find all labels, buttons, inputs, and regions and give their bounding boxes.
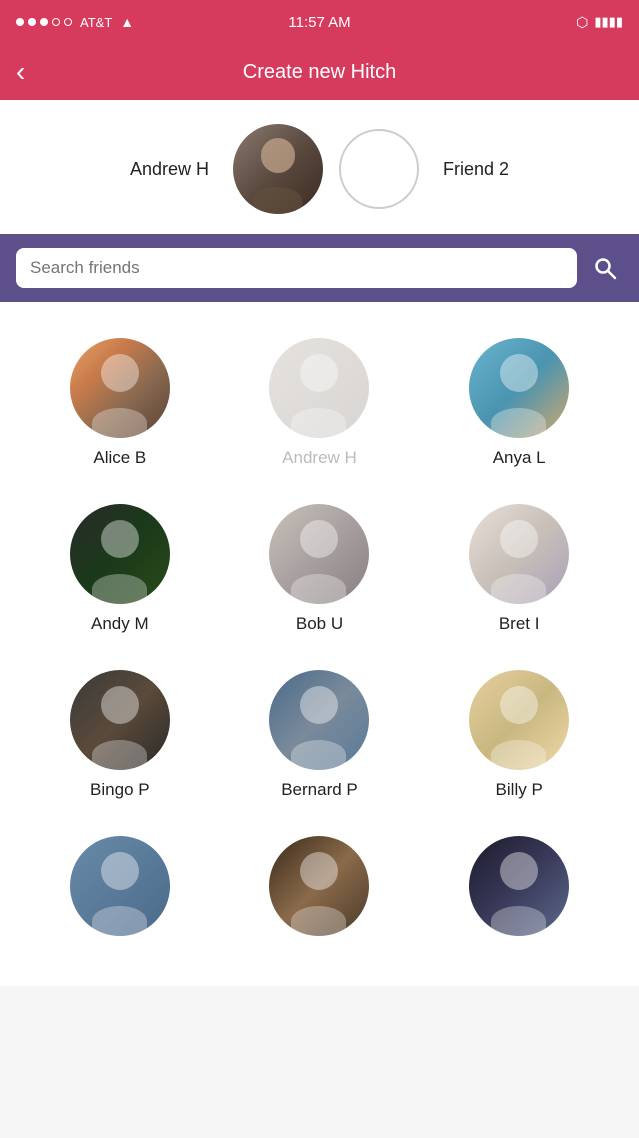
user2-label: Friend 2 (443, 159, 509, 180)
friend-item[interactable]: Bingo P (20, 654, 220, 820)
user-selection-area: Andrew H Friend 2 (0, 100, 639, 234)
bluetooth-icon: ⬡ (576, 14, 588, 31)
status-time: 11:57 AM (288, 14, 350, 31)
face-head (300, 852, 338, 890)
friend-name: Anya L (493, 448, 546, 468)
friend-name: Alice B (93, 448, 146, 468)
friend-name: Andy M (91, 614, 149, 634)
face-head (101, 686, 139, 724)
face-head (500, 686, 538, 724)
friend-name: Bernard P (281, 780, 358, 800)
friend-avatar (269, 836, 369, 936)
friend-avatar (469, 670, 569, 770)
nav-title: Create new Hitch (243, 61, 396, 84)
signal-dot-2 (28, 18, 36, 26)
face-body (253, 187, 303, 214)
face-head (101, 852, 139, 890)
friend-avatar (469, 836, 569, 936)
friend-avatar (70, 338, 170, 438)
search-section (0, 234, 639, 302)
face-body (491, 906, 546, 936)
face-body (92, 740, 147, 770)
user1-avatar[interactable] (233, 124, 323, 214)
nav-bar: ‹ Create new Hitch (0, 44, 639, 100)
signal-dot-3 (40, 18, 48, 26)
face-body (92, 408, 147, 438)
user2-avatar-slot[interactable] (339, 129, 419, 209)
friend-item[interactable]: Andy M (20, 488, 220, 654)
signal-dot-5 (64, 18, 72, 26)
friend-name: Bret I (499, 614, 540, 634)
status-right: ⬡ ▮▮▮▮ (576, 14, 623, 31)
face-head (101, 354, 139, 392)
face-head (500, 520, 538, 558)
face-body (491, 740, 546, 770)
search-icon (593, 256, 617, 280)
face-head (300, 354, 338, 392)
signal-dot-1 (16, 18, 24, 26)
friend-avatar (269, 338, 369, 438)
face-body (291, 408, 346, 438)
search-input[interactable] (30, 258, 563, 278)
face-head (500, 852, 538, 890)
face-head (300, 520, 338, 558)
friend-item[interactable]: Bob U (220, 488, 420, 654)
carrier-label: AT&T (80, 15, 112, 30)
face-head (101, 520, 139, 558)
friend-avatar (269, 670, 369, 770)
friend-item[interactable] (419, 820, 619, 966)
search-input-wrapper[interactable] (16, 248, 577, 288)
friend-item[interactable]: Bret I (419, 488, 619, 654)
friend-item[interactable]: Anya L (419, 322, 619, 488)
back-button[interactable]: ‹ (16, 56, 25, 88)
face-head (300, 686, 338, 724)
friend-item[interactable]: Bernard P (220, 654, 420, 820)
friend-avatar (469, 504, 569, 604)
back-icon: ‹ (16, 56, 25, 88)
user1-face (233, 124, 323, 214)
friend-name: Andrew H (282, 448, 357, 468)
battery-icon: ▮▮▮▮ (594, 14, 623, 30)
user1-label: Andrew H (130, 159, 209, 180)
friend-avatar (70, 504, 170, 604)
status-bar: AT&T ▲ 11:57 AM ⬡ ▮▮▮▮ (0, 0, 639, 44)
friend-avatar (269, 504, 369, 604)
friends-grid: Alice B Andrew H Anya L Andy M Bob U Bret I Bi… (0, 302, 639, 986)
friend-name: Billy P (496, 780, 543, 800)
status-left: AT&T ▲ (16, 14, 134, 30)
friend-avatar (70, 670, 170, 770)
face-head (500, 354, 538, 392)
friend-item[interactable] (20, 820, 220, 966)
friend-item[interactable]: Billy P (419, 654, 619, 820)
friend-name: Bob U (296, 614, 343, 634)
friend-avatar (469, 338, 569, 438)
face-body (92, 574, 147, 604)
face-body (291, 740, 346, 770)
friend-item[interactable]: Andrew H (220, 322, 420, 488)
signal-dot-4 (52, 18, 60, 26)
face-body (291, 906, 346, 936)
friend-item[interactable]: Alice B (20, 322, 220, 488)
face-body (491, 574, 546, 604)
avatar-container (233, 124, 419, 214)
face-body (291, 574, 346, 604)
friend-name: Bingo P (90, 780, 150, 800)
friend-avatar (70, 836, 170, 936)
face-body (491, 408, 546, 438)
friend-item[interactable] (220, 820, 420, 966)
face-head (261, 138, 295, 172)
wifi-icon: ▲ (120, 14, 134, 30)
search-button[interactable] (587, 250, 623, 286)
face-body (92, 906, 147, 936)
